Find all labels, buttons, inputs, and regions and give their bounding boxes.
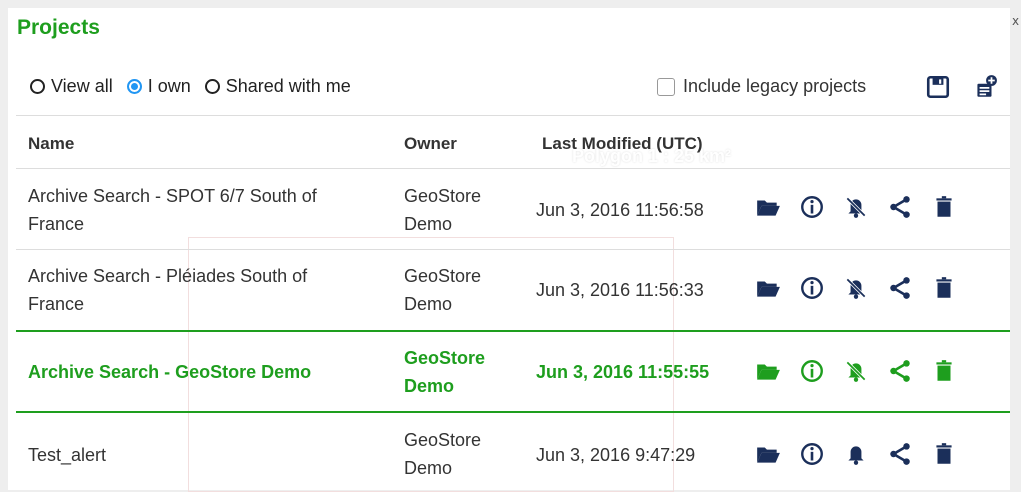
radio-shared-with-me[interactable]: Shared with me — [204, 76, 351, 97]
project-modified: Jun 3, 2016 9:47:29 — [536, 445, 696, 465]
delete-icon[interactable] — [931, 358, 957, 384]
close-icon[interactable]: x — [1012, 14, 1019, 28]
radio-label: View all — [51, 76, 113, 96]
open-folder-icon[interactable] — [755, 358, 781, 384]
info-icon[interactable] — [799, 441, 825, 467]
ownership-filter: View all I own Shared with me — [30, 76, 365, 97]
share-icon[interactable] — [887, 194, 913, 220]
project-owner: GeoStore Demo — [404, 348, 486, 396]
row-actions — [755, 275, 975, 301]
open-folder-icon[interactable] — [755, 194, 781, 220]
delete-icon[interactable] — [931, 194, 957, 220]
bell-off-icon[interactable] — [843, 358, 869, 384]
divider — [16, 115, 1010, 116]
project-name: Test_alert — [28, 445, 107, 465]
row-actions — [755, 194, 975, 220]
project-name: Archive Search - SPOT 6/7 South of France — [28, 186, 317, 234]
checkbox-label: Include legacy projects — [683, 76, 867, 96]
project-name: Archive Search - GeoStore Demo — [28, 362, 312, 382]
bell-off-icon[interactable] — [843, 275, 869, 301]
open-folder-icon[interactable] — [755, 275, 781, 301]
column-header-name[interactable]: Name — [28, 134, 74, 154]
project-modified: Jun 3, 2016 11:56:33 — [536, 280, 704, 300]
new-project-icon[interactable] — [972, 74, 998, 100]
save-icon[interactable] — [925, 74, 951, 100]
delete-icon[interactable] — [931, 441, 957, 467]
open-folder-icon[interactable] — [755, 441, 781, 467]
divider — [16, 249, 1010, 250]
info-icon[interactable] — [799, 275, 825, 301]
divider — [16, 168, 1010, 169]
radio-label: Shared with me — [225, 76, 351, 96]
share-icon[interactable] — [887, 358, 913, 384]
info-icon[interactable] — [799, 358, 825, 384]
radio-label: I own — [147, 76, 191, 96]
column-header-last-modified[interactable]: Last Modified (UTC) — [542, 134, 703, 154]
project-modified: Jun 3, 2016 11:55:55 — [536, 362, 710, 382]
radio-circle-selected — [126, 79, 142, 94]
row-actions — [755, 441, 975, 467]
project-owner: GeoStore Demo — [404, 266, 482, 314]
info-icon[interactable] — [799, 194, 825, 220]
project-owner: GeoStore Demo — [404, 186, 482, 234]
radio-view-all[interactable]: View all — [30, 76, 113, 97]
radio-circle — [30, 79, 45, 94]
delete-icon[interactable] — [931, 275, 957, 301]
radio-i-own[interactable]: I own — [126, 76, 191, 97]
project-owner: GeoStore Demo — [404, 430, 482, 478]
share-icon[interactable] — [887, 441, 913, 467]
row-actions — [755, 358, 975, 384]
column-header-owner[interactable]: Owner — [404, 134, 457, 154]
project-modified: Jun 3, 2016 11:56:58 — [536, 200, 704, 220]
checkbox-box — [657, 77, 675, 96]
selected-row-border — [16, 411, 1010, 413]
project-name: Archive Search - Pléiades South of France — [28, 266, 308, 314]
bell-icon[interactable] — [843, 441, 869, 467]
share-icon[interactable] — [887, 275, 913, 301]
selected-row-border — [16, 330, 1010, 332]
panel-title: Projects — [17, 16, 100, 39]
bell-off-icon[interactable] — [843, 194, 869, 220]
radio-circle — [204, 79, 220, 94]
include-legacy-checkbox[interactable]: Include legacy projects — [657, 76, 866, 97]
